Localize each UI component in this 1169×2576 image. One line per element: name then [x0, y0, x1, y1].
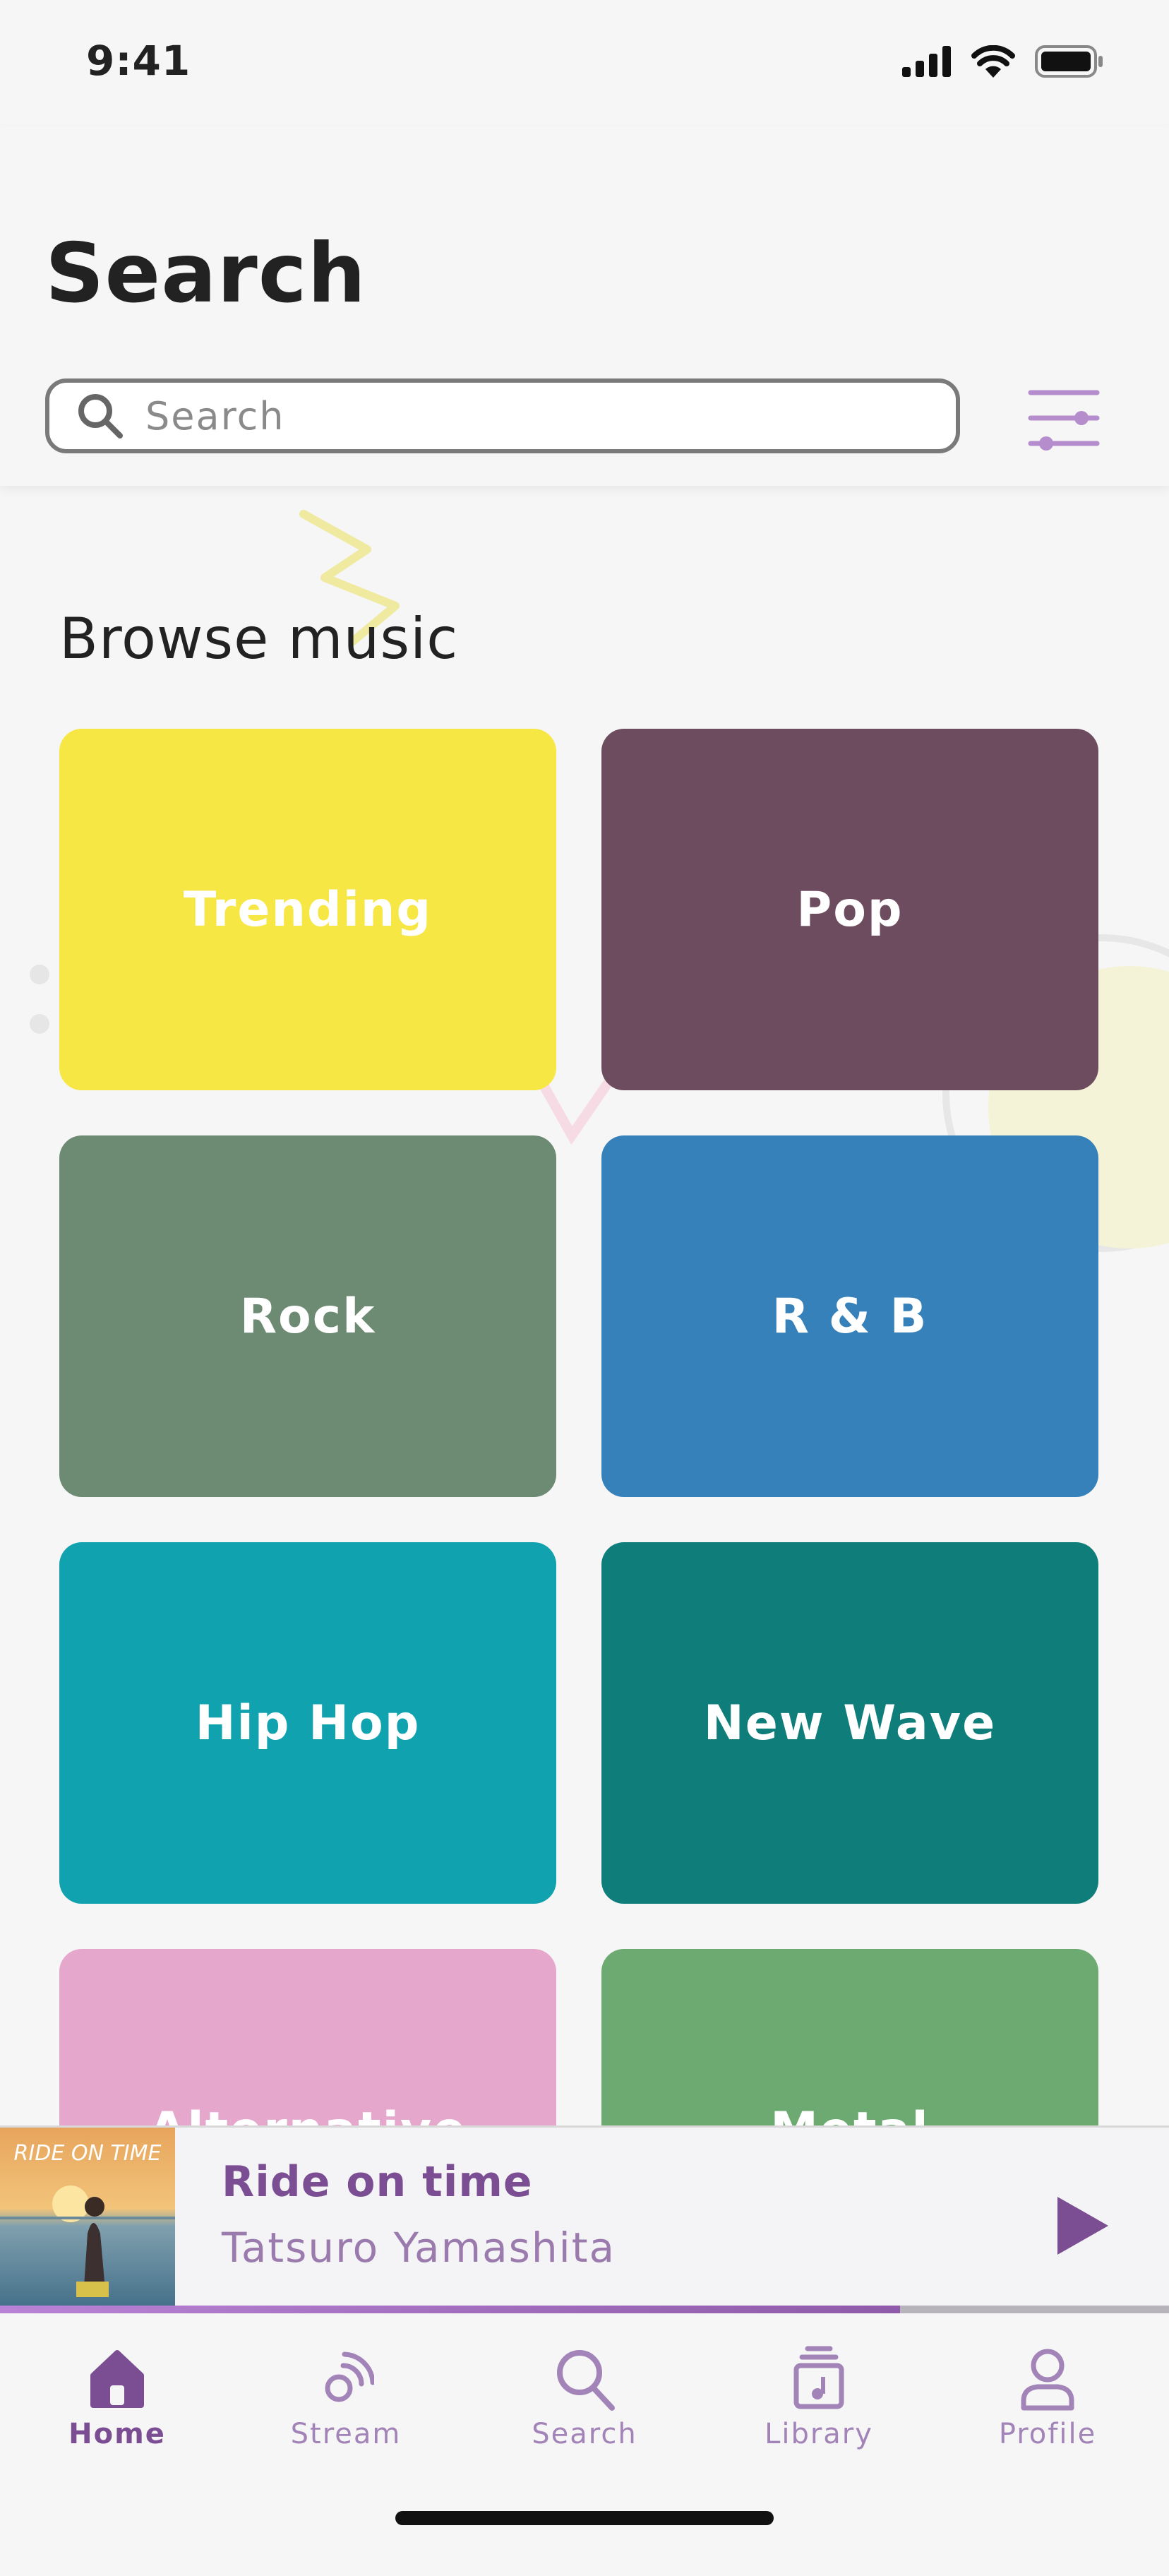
category-label: Metal	[770, 2102, 930, 2126]
status-bar: 9:41	[0, 0, 1169, 127]
category-tile-pop[interactable]: Pop	[601, 729, 1098, 1090]
category-label: Rock	[239, 1288, 376, 1344]
header: Search	[0, 127, 1169, 486]
tab-label: Profile	[998, 2418, 1097, 2450]
search-input[interactable]	[145, 393, 922, 439]
play-icon[interactable]	[1055, 2194, 1111, 2258]
filter-button[interactable]	[1025, 383, 1103, 453]
stream-icon	[325, 2351, 374, 2402]
category-label: R & B	[772, 1288, 928, 1344]
category-tile-new-wave[interactable]: New Wave	[601, 1542, 1098, 1904]
signal-icon	[902, 46, 951, 77]
tab-label: Stream	[290, 2418, 402, 2450]
tab-profile[interactable]: Profile	[963, 2342, 1132, 2483]
search-box[interactable]	[45, 378, 960, 453]
category-tile-rnb[interactable]: R & B	[601, 1135, 1098, 1497]
category-tile-alternative[interactable]: Alternative	[59, 1949, 556, 2125]
wifi-icon	[971, 45, 1015, 78]
tab-search[interactable]: Search	[500, 2342, 669, 2483]
status-icons	[902, 45, 1104, 78]
album-art[interactable]: RIDE ON TIME	[0, 2128, 175, 2307]
tab-bar: Home Stream Search Library Profile	[0, 2313, 1169, 2576]
album-art-title: RIDE ON TIME	[14, 2141, 162, 2166]
now-playing-bar[interactable]: RIDE ON TIME Ride on time Tatsuro Yamash…	[0, 2125, 1169, 2315]
category-tile-rock[interactable]: Rock	[59, 1135, 556, 1497]
profile-icon	[1021, 2349, 1074, 2411]
tab-stream[interactable]: Stream	[261, 2342, 431, 2483]
category-label: Pop	[796, 881, 904, 938]
category-grid: Trending Pop Rock R & B Hip Hop New Wave…	[59, 729, 1098, 2125]
tab-library[interactable]: Library	[734, 2342, 904, 2483]
battery-icon	[1035, 45, 1103, 78]
category-label: Trending	[183, 881, 433, 938]
page-title: Search	[45, 226, 367, 321]
tab-label: Home	[68, 2418, 166, 2450]
tab-label: Library	[765, 2418, 873, 2450]
category-label: New Wave	[703, 1695, 997, 1751]
status-time: 9:41	[86, 37, 191, 85]
track-title: Ride on time	[222, 2157, 533, 2207]
category-tile-metal[interactable]: Metal	[601, 1949, 1098, 2125]
album-art-image: RIDE ON TIME	[0, 2128, 175, 2307]
category-tile-hip-hop[interactable]: Hip Hop	[59, 1542, 556, 1904]
section-title: Browse music	[59, 606, 459, 672]
tab-home[interactable]: Home	[32, 2342, 202, 2483]
library-icon	[793, 2346, 844, 2409]
search-icon	[78, 394, 123, 439]
category-label: Hip Hop	[195, 1695, 421, 1751]
home-indicator	[395, 2511, 774, 2525]
home-icon	[90, 2350, 144, 2408]
tab-label: Search	[532, 2418, 637, 2450]
track-artist: Tatsuro Yamashita	[222, 2224, 616, 2272]
category-label: Alternative	[149, 2102, 467, 2126]
search-icon	[557, 2350, 615, 2411]
browse-content[interactable]: Browse music Trending Pop Rock R & B Hip…	[0, 486, 1169, 2125]
category-tile-trending[interactable]: Trending	[59, 729, 556, 1090]
sliders-icon	[1028, 390, 1100, 451]
